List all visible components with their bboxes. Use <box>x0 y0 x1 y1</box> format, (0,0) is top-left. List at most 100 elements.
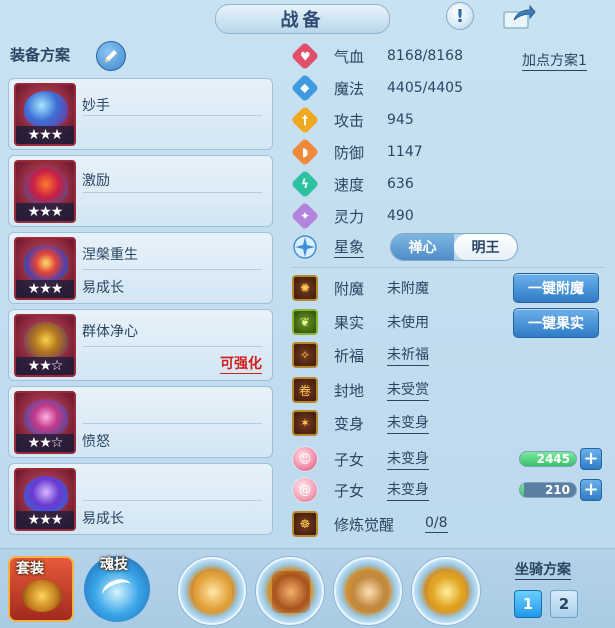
fruit-row: ❦ 果实 未使用 <box>292 309 429 335</box>
stat-label: 防御 <box>334 143 365 162</box>
equip-trait: 愤怒 <box>82 434 110 450</box>
equip-card-1[interactable]: ★★★ 妙手 <box>8 78 273 150</box>
equipment-plan-header: 装备方案 <box>10 46 71 64</box>
stat-row-attack: † 攻击 945 <box>290 105 414 135</box>
equip-card-5[interactable]: ★★☆ 愤怒 <box>8 386 273 458</box>
equip-name: 妙手 <box>82 98 110 114</box>
treasure-icon <box>22 580 62 612</box>
upgradable-link[interactable]: 可强化 <box>220 353 262 374</box>
child-1-add-button[interactable]: + <box>580 448 602 470</box>
cultivate-value[interactable]: 0/8 <box>425 515 448 533</box>
mount-slot-2[interactable] <box>256 557 324 625</box>
attribute-plan-link[interactable]: 加点方案1 <box>522 50 587 71</box>
mount-slot-4[interactable] <box>412 557 480 625</box>
star-compass-icon <box>292 234 318 260</box>
equip-thumbnail: ★★★ <box>14 468 76 531</box>
fief-label: 封地 <box>334 381 365 400</box>
child-label: 子女 <box>334 450 365 469</box>
equip-name: 激励 <box>82 173 110 189</box>
child-2-add-button[interactable]: + <box>580 479 602 501</box>
child-swirl-icon: @ <box>292 477 318 503</box>
child-face-icon: ☺ <box>292 446 318 472</box>
child-value[interactable]: 未变身 <box>387 448 429 470</box>
mount-slot-1[interactable] <box>178 557 246 625</box>
fruit-value: 未使用 <box>387 315 429 331</box>
equip-card-3[interactable]: ★★★ 涅槃重生 易成长 <box>8 232 273 304</box>
edit-plan-button[interactable] <box>96 41 126 71</box>
stat-value: 1147 <box>387 144 423 160</box>
soul-skill-label: 魂技 <box>100 557 128 573</box>
child-2-bar: 210 <box>519 482 577 498</box>
stat-row-hp: ♥ 气血 8168/8168 <box>290 41 463 71</box>
fruit-icon: ❦ <box>292 309 318 335</box>
stat-value: 945 <box>387 112 414 128</box>
stat-label: 气血 <box>334 47 365 66</box>
transform-row: ✶ 变身 未变身 <box>292 410 429 436</box>
child-value[interactable]: 未变身 <box>387 479 429 501</box>
stat-label: 速度 <box>334 175 365 194</box>
equip-card-2[interactable]: ★★★ 激励 <box>8 155 273 227</box>
bar-value: 2445 <box>536 452 570 466</box>
bless-row: ✧ 祈福 未祈福 <box>292 342 429 368</box>
star-sign-toggle[interactable]: 禅心 明王 <box>390 233 518 261</box>
stat-value: 8168/8168 <box>387 48 463 64</box>
enchant-row: ✺ 附魔 未附魔 <box>292 275 429 301</box>
stat-value: 636 <box>387 176 414 192</box>
soul-skill-button[interactable]: 魂技 <box>84 556 150 622</box>
chest-icon <box>272 571 310 613</box>
stat-label: 攻击 <box>334 111 365 130</box>
divider <box>83 500 262 501</box>
cultivate-label: 修炼觉醒 <box>334 515 395 534</box>
sword-icon: † <box>290 105 320 135</box>
equip-card-6[interactable]: ★★★ 易成长 <box>8 463 273 535</box>
equip-art-icon <box>24 476 68 512</box>
pencil-icon <box>105 50 117 62</box>
star-rating: ★★☆ <box>16 357 74 375</box>
figure-icon <box>194 571 232 613</box>
equip-art-icon <box>24 322 68 358</box>
mount-plan-2-button[interactable]: 2 <box>550 590 578 618</box>
scroll-icon: 卷 <box>292 377 318 403</box>
star-sign-label[interactable]: 星象 <box>334 236 365 258</box>
equip-name: 群体净心 <box>82 324 138 340</box>
divider <box>292 267 604 268</box>
warrior-icon <box>350 571 388 613</box>
golden-figure-icon <box>428 571 466 613</box>
enchant-value: 未附魔 <box>387 281 429 297</box>
stat-row-defense: ◗ 防御 1147 <box>290 137 423 167</box>
auto-enchant-button[interactable]: 一键附魔 <box>513 273 599 303</box>
equip-card-4[interactable]: ★★☆ 群体净心 可强化 <box>8 309 273 381</box>
fief-row: 卷 封地 未受赏 <box>292 377 429 403</box>
fief-value[interactable]: 未受赏 <box>387 379 429 401</box>
divider <box>83 115 262 116</box>
mount-slot-3[interactable] <box>334 557 402 625</box>
star-sign-option-mingwang[interactable]: 明王 <box>454 234 517 260</box>
mount-plan-1-button[interactable]: 1 <box>514 590 542 618</box>
auto-fruit-button[interactable]: 一键果实 <box>513 308 599 338</box>
child-1-bar: 2445 <box>519 451 577 467</box>
set-label: 套装 <box>16 561 44 577</box>
share-button[interactable] <box>500 3 538 31</box>
stat-label: 灵力 <box>334 207 365 226</box>
stat-value: 4405/4405 <box>387 80 463 96</box>
child-row-1: ☺ 子女 未变身 <box>292 446 429 472</box>
transform-value[interactable]: 未变身 <box>387 412 429 434</box>
equip-thumbnail: ★★☆ <box>14 314 76 377</box>
set-button[interactable]: 套装 <box>8 556 74 622</box>
equip-thumbnail: ★★☆ <box>14 391 76 454</box>
bless-value[interactable]: 未祈福 <box>387 344 429 366</box>
star-sign-option-chanxin[interactable]: 禅心 <box>391 234 454 260</box>
equip-thumbnail: ★★★ <box>14 83 76 146</box>
equip-art-icon <box>24 168 68 204</box>
child-row-2: @ 子女 未变身 <box>292 477 429 503</box>
meditate-icon: ☸ <box>292 511 318 537</box>
equipment-panel: 战备 ! 装备方案 ★★★ 妙手 ★★★ 激励 ★★★ 涅槃重生 易成长 ★★☆… <box>0 0 615 628</box>
equip-trait: 易成长 <box>82 511 124 527</box>
equip-art-icon <box>24 91 68 127</box>
star-rating: ★★★ <box>16 126 74 144</box>
divider <box>83 346 262 347</box>
divider <box>83 192 262 193</box>
window-title-bar: 战备 <box>215 4 390 34</box>
help-button[interactable]: ! <box>446 2 474 30</box>
mount-plan-title: 坐骑方案 <box>515 559 571 580</box>
